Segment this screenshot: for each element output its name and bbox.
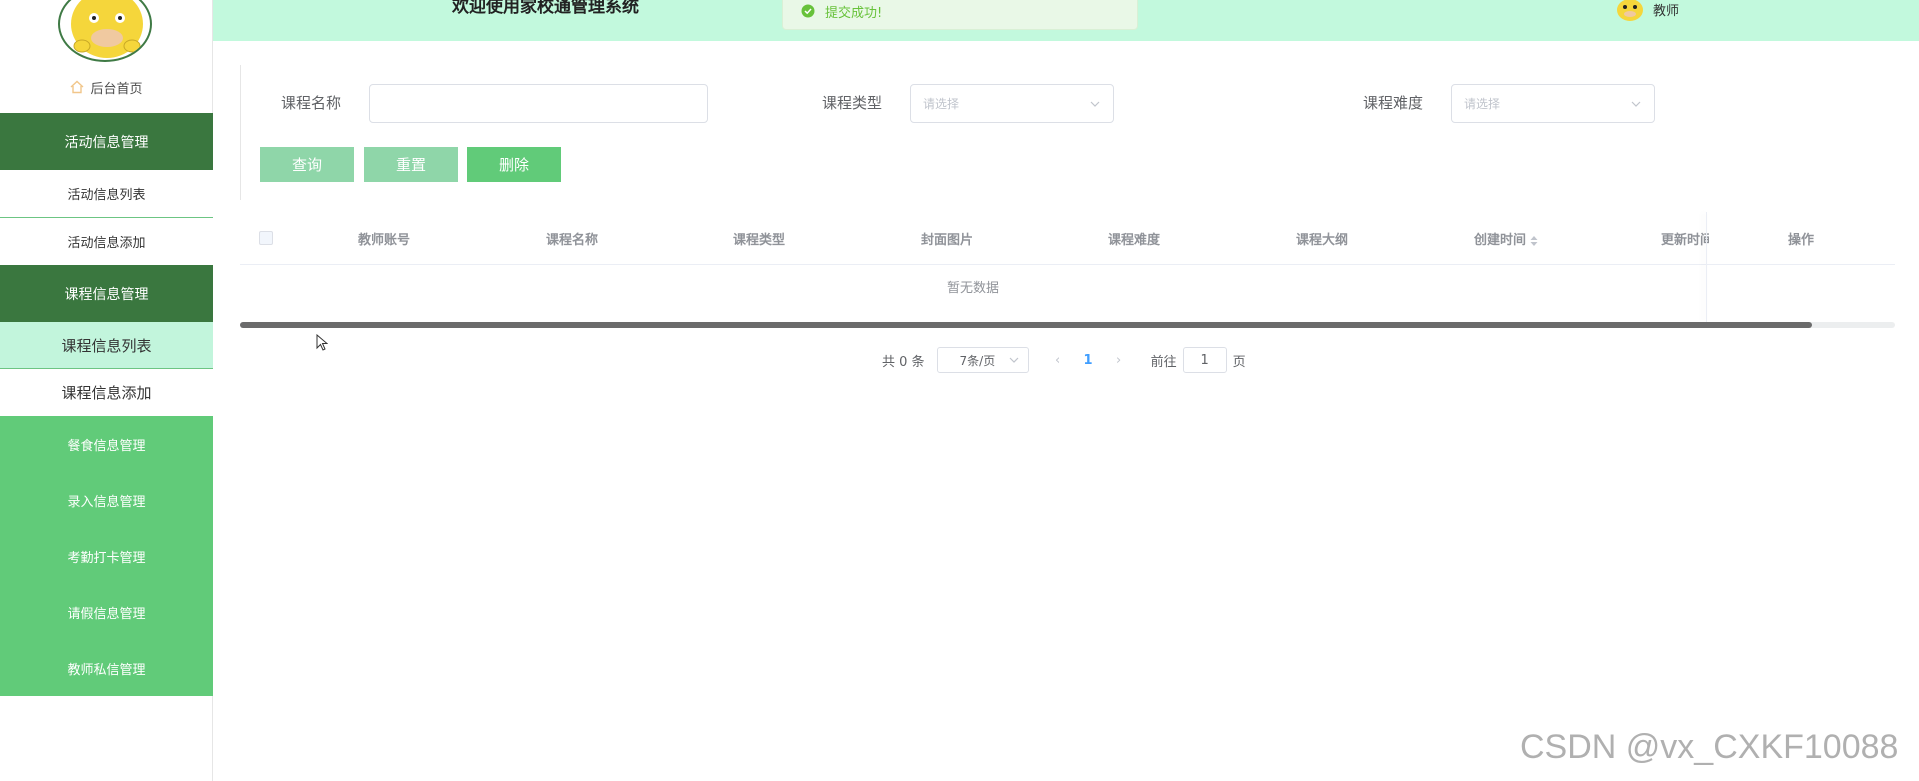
sort-caret-icon[interactable] xyxy=(1530,235,1538,246)
top-header: 欢迎使用家校通管理系统 提交成功! 教师 xyxy=(213,0,1919,41)
chevron-down-icon xyxy=(1009,357,1018,363)
next-page-icon[interactable]: › xyxy=(1112,353,1126,368)
prev-page-icon[interactable]: ‹ xyxy=(1051,353,1065,368)
page-jump: 前往 页 xyxy=(1151,347,1246,373)
menu-group-teacher-message[interactable]: 教师私信管理 xyxy=(0,640,213,696)
course-level-label: 课程难度 xyxy=(1363,94,1424,112)
menu-item-course-list[interactable]: 课程信息列表 xyxy=(0,322,213,369)
column-course-outline: 课程大纲 xyxy=(1296,233,1349,248)
watermark: CSDN @vx_CXKF10088 xyxy=(1520,728,1899,766)
menu-group-label: 录入信息管理 xyxy=(67,494,146,510)
course-name-input[interactable] xyxy=(369,84,708,123)
chevron-down-icon xyxy=(1090,101,1100,107)
check-circle-icon xyxy=(801,4,815,18)
menu-group-course[interactable]: 课程信息管理 xyxy=(0,265,213,322)
column-course-type: 课程类型 xyxy=(733,233,786,248)
toast-text: 提交成功! xyxy=(825,5,883,21)
select-all-checkbox[interactable] xyxy=(259,231,273,245)
total-count: 共 0 条 xyxy=(882,354,925,370)
menu-group-leave[interactable]: 请假信息管理 xyxy=(0,584,213,640)
sidebar-menu: 活动信息管理 活动信息列表 活动信息添加 课程信息管理 课程信息列表 课程信息添… xyxy=(0,113,213,696)
course-table: 教师账号 课程名称 课程类型 封面图片 课程难度 课程大纲 创建时间 更新时间 … xyxy=(240,212,1895,328)
home-link[interactable]: 后台首页 xyxy=(0,76,213,98)
query-button[interactable]: 查询 xyxy=(260,147,354,182)
menu-item-label: 课程信息列表 xyxy=(61,336,152,355)
course-type-label: 课程类型 xyxy=(822,94,883,112)
column-teacher-account: 教师账号 xyxy=(358,233,411,248)
logo-avatar xyxy=(58,0,152,62)
menu-group-meals[interactable]: 餐食信息管理 xyxy=(0,416,213,472)
menu-group-label: 课程信息管理 xyxy=(64,286,149,303)
filter-panel: 课程名称 课程类型 请选择 课程难度 请选择 查询 重置 删除 xyxy=(240,65,1895,200)
column-actions: 操作 xyxy=(1788,233,1815,248)
menu-group-label: 考勤打卡管理 xyxy=(67,550,146,566)
username: 教师 xyxy=(1653,3,1680,19)
course-level-placeholder: 请选择 xyxy=(1464,97,1501,111)
menu-item-label: 课程信息添加 xyxy=(61,384,152,402)
course-level-select[interactable]: 请选择 xyxy=(1451,84,1655,123)
goto-label: 前往 xyxy=(1150,354,1177,370)
menu-group-label: 请假信息管理 xyxy=(67,606,146,622)
user-menu[interactable]: 教师 xyxy=(1615,0,1679,22)
menu-group-activity[interactable]: 活动信息管理 xyxy=(0,113,213,170)
course-type-placeholder: 请选择 xyxy=(923,97,960,111)
reset-button[interactable]: 重置 xyxy=(364,147,458,182)
menu-group-label: 教师私信管理 xyxy=(67,662,146,678)
column-cover-image: 封面图片 xyxy=(921,233,974,248)
menu-group-label: 餐食信息管理 xyxy=(67,438,146,454)
sidebar: 后台首页 活动信息管理 活动信息列表 活动信息添加 课程信息管理 课程信息列表 … xyxy=(0,0,213,781)
page-number-current[interactable]: 1 xyxy=(1084,353,1093,368)
horizontal-scrollbar[interactable] xyxy=(240,322,1812,328)
column-created-time[interactable]: 创建时间 xyxy=(1474,229,1538,248)
menu-item-label: 活动信息列表 xyxy=(67,188,146,203)
pagination: 共 0 条 7条/页 ‹ 1 › 前往 页 xyxy=(882,347,1246,373)
menu-item-course-add[interactable]: 课程信息添加 xyxy=(0,369,213,416)
duck-logo-icon xyxy=(71,0,143,58)
home-icon xyxy=(71,80,84,94)
column-updated-time: 更新时间 xyxy=(1661,233,1709,248)
course-name-label: 课程名称 xyxy=(281,94,342,112)
chevron-down-icon xyxy=(1631,101,1641,107)
menu-item-activity-add[interactable]: 活动信息添加 xyxy=(0,218,213,265)
column-created-time-label: 创建时间 xyxy=(1474,233,1527,248)
menu-group-attendance[interactable]: 考勤打卡管理 xyxy=(0,528,213,584)
fixed-column-divider xyxy=(1706,212,1707,322)
success-toast: 提交成功! xyxy=(782,0,1138,30)
goto-page-input[interactable] xyxy=(1182,347,1227,373)
home-link-label: 后台首页 xyxy=(90,81,143,97)
menu-group-entry[interactable]: 录入信息管理 xyxy=(0,472,213,528)
menu-group-label: 活动信息管理 xyxy=(64,134,149,151)
page-suffix: 页 xyxy=(1232,354,1246,370)
menu-item-activity-list[interactable]: 活动信息列表 xyxy=(0,170,213,218)
page-size-value: 7条/页 xyxy=(959,353,996,368)
menu-item-label: 活动信息添加 xyxy=(67,236,146,251)
page-title: 欢迎使用家校通管理系统 xyxy=(452,0,639,17)
page-size-select[interactable]: 7条/页 xyxy=(936,347,1029,373)
table-header: 教师账号 课程名称 课程类型 封面图片 课程难度 课程大纲 创建时间 更新时间 … xyxy=(240,212,1895,265)
empty-text: 暂无数据 xyxy=(946,281,999,296)
course-type-select[interactable]: 请选择 xyxy=(910,84,1114,123)
mouse-cursor-icon xyxy=(316,334,328,351)
delete-button[interactable]: 删除 xyxy=(467,147,561,182)
column-course-level: 课程难度 xyxy=(1108,233,1161,248)
column-course-name: 课程名称 xyxy=(546,233,599,248)
user-avatar-icon xyxy=(1617,0,1643,21)
